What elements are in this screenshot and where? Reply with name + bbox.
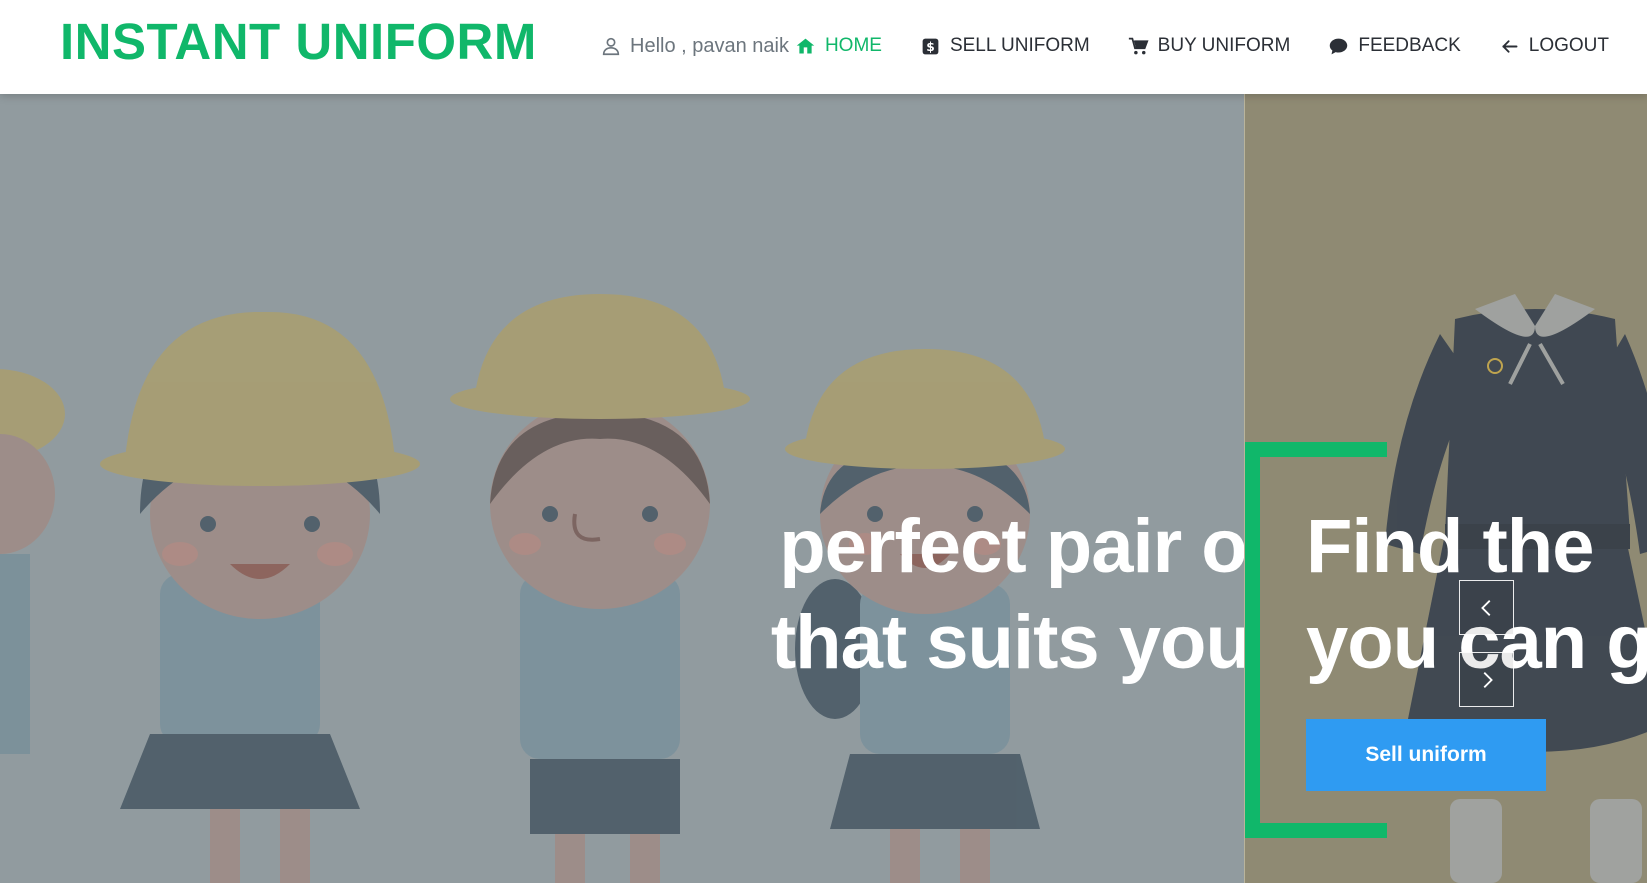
- chat-icon: [1330, 38, 1348, 54]
- chevron-left-icon: [1480, 599, 1490, 616]
- nav-home[interactable]: HOME: [776, 30, 901, 62]
- nav-logout-label: LOGOUT: [1528, 35, 1609, 56]
- arrow-left-icon: [1502, 39, 1518, 53]
- main-nav: HOME $ SELL UNIFORM BUY UNIFORM FEEDBACK: [776, 30, 1609, 62]
- brand-logo[interactable]: INSTANT UNIFORM: [60, 14, 537, 70]
- hero-heading-slide-1: perfect pair of that suits you.: [771, 499, 1244, 691]
- nav-sell-uniform[interactable]: $ SELL UNIFORM: [901, 30, 1109, 62]
- site-header: INSTANT UNIFORM Hello , pavan naik HOME …: [0, 0, 1647, 94]
- greeting-text: Hello , pavan naik: [630, 34, 789, 57]
- hero-carousel: perfect pair of that suits you. Find the…: [0, 94, 1647, 883]
- kid-one: [100, 311, 420, 883]
- nav-feedback-label: FEEDBACK: [1358, 35, 1461, 56]
- svg-text:$: $: [926, 39, 935, 53]
- hero-slide-kids: perfect pair of that suits you.: [0, 94, 1244, 883]
- nav-logout[interactable]: LOGOUT: [1480, 30, 1609, 62]
- sell-uniform-button[interactable]: Sell uniform: [1306, 719, 1546, 791]
- nav-sell-label: SELL UNIFORM: [949, 35, 1090, 56]
- dollar-icon: $: [922, 38, 939, 54]
- hero-heading-line: perfect pair of: [779, 504, 1244, 589]
- chevron-right-icon: [1483, 671, 1493, 688]
- hero-heading-line: that suits you.: [770, 600, 1244, 685]
- hero-slide-dress: Find the you can g Sell uniform: [1244, 94, 1647, 883]
- kid-two: [450, 294, 750, 883]
- nav-home-label: HOME: [824, 35, 882, 56]
- cart-icon: [1128, 37, 1149, 54]
- user-icon: [602, 37, 620, 56]
- carousel-prev-button[interactable]: [1459, 580, 1514, 635]
- nav-buy-uniform[interactable]: BUY UNIFORM: [1109, 30, 1310, 62]
- nav-feedback[interactable]: FEEDBACK: [1309, 30, 1479, 62]
- carousel-next-button[interactable]: [1459, 652, 1514, 707]
- home-icon: [796, 38, 815, 53]
- kids-illustration: [0, 294, 1065, 883]
- nav-buy-label: BUY UNIFORM: [1157, 35, 1291, 56]
- user-greeting: Hello , pavan naik: [600, 30, 789, 62]
- kid-partial: [0, 369, 65, 754]
